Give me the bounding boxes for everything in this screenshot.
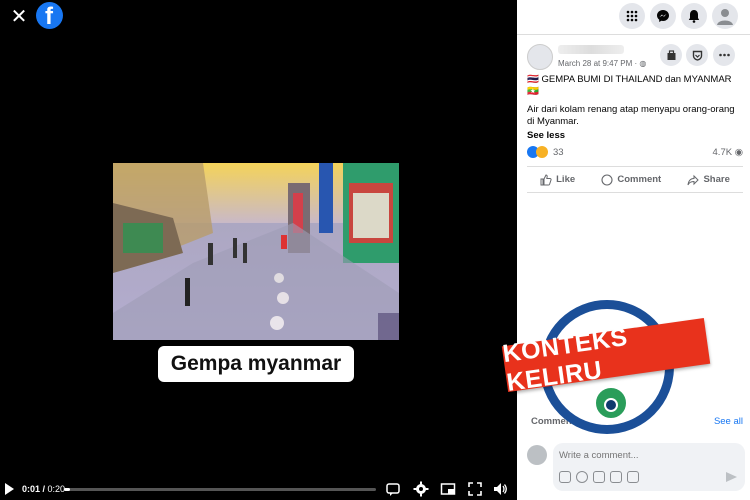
post-timestamp[interactable]: March 28 at 9:47 PM · ◍: [558, 59, 646, 68]
facebook-logo[interactable]: f: [36, 2, 63, 30]
eye-icon: ◉: [734, 147, 743, 158]
menu-grid-icon: [626, 10, 638, 22]
avatar-sticker-icon[interactable]: [559, 471, 571, 483]
like-button[interactable]: Like: [540, 173, 576, 186]
post-date-text: March 28 at 9:47 PM ·: [558, 59, 640, 68]
fullscreen-icon[interactable]: [467, 481, 483, 497]
emoji-icon[interactable]: [576, 471, 588, 483]
play-icon[interactable]: [5, 483, 14, 495]
comment-input[interactable]: [559, 447, 739, 463]
globe-icon: ◍: [639, 59, 647, 68]
messenger-icon: [657, 10, 669, 22]
thumbs-up-icon: [540, 173, 552, 185]
view-count-number: 4.7K: [712, 147, 733, 158]
reaction-count[interactable]: 33: [553, 147, 564, 158]
comment-composer: [527, 443, 745, 491]
picture-in-picture-icon[interactable]: [440, 481, 456, 497]
save-icon: [667, 49, 675, 60]
commenter-avatar: [527, 445, 547, 465]
top-bar: [517, 0, 750, 33]
volume-icon[interactable]: [492, 481, 508, 497]
time-display: 0:01 / 0:20: [22, 484, 66, 494]
bell-icon: [688, 10, 700, 23]
more-dots-icon: [718, 53, 730, 57]
notifications-button[interactable]: [681, 3, 707, 29]
reaction-icons[interactable]: [527, 146, 548, 158]
sticker-icon[interactable]: [627, 471, 639, 483]
comment-bubble-icon: [601, 173, 613, 186]
like-label: Like: [556, 174, 576, 185]
author-name-redacted[interactable]: [558, 45, 624, 54]
post-stats: 33 4.7K ◉: [527, 146, 743, 160]
close-button[interactable]: ✕: [8, 6, 30, 28]
sad-reaction-icon: [536, 146, 548, 158]
post-actions: Like Comment Share: [527, 166, 743, 193]
post-description: Air dari kolam renang atap menyapu orang…: [527, 104, 735, 127]
gif-icon[interactable]: [610, 471, 622, 483]
seal-emblem-core: [604, 398, 618, 412]
send-icon[interactable]: [726, 472, 737, 482]
author-avatar[interactable]: [527, 44, 553, 70]
share-label: Share: [703, 174, 730, 185]
progress-bar[interactable]: [64, 488, 376, 491]
see-less-link[interactable]: See less: [527, 130, 743, 142]
facebook-video-viewer: ✕ f Gempa myanmar 0:01 / 0:20 March 28 a…: [0, 0, 750, 500]
settings-gear-icon[interactable]: [413, 481, 429, 497]
video-caption-text: Gempa myanmar: [170, 352, 342, 375]
video-controls: 0:01 / 0:20: [0, 478, 517, 500]
menu-grid-button[interactable]: [619, 3, 645, 29]
video-area: ✕ f Gempa myanmar 0:01 / 0:20: [0, 0, 517, 500]
shield-button[interactable]: [686, 44, 708, 66]
see-all-link[interactable]: See all: [714, 416, 743, 427]
comment-button[interactable]: Comment: [601, 173, 662, 186]
camera-icon[interactable]: [593, 471, 605, 483]
post-headline: 🇹🇭 GEMPA BUMI DI THAILAND dan MYANMAR 🇲🇲: [527, 74, 732, 97]
share-button[interactable]: Share: [687, 174, 730, 186]
video-frame[interactable]: [113, 163, 399, 340]
account-avatar-button[interactable]: [712, 3, 738, 29]
account-avatar-icon: [717, 9, 733, 25]
captions-icon[interactable]: [385, 481, 401, 497]
video-caption: Gempa myanmar: [158, 346, 354, 382]
view-count: 4.7K ◉: [713, 147, 743, 158]
progress-fill: [64, 488, 71, 491]
shield-icon: [692, 50, 702, 61]
comment-tools: [559, 471, 639, 483]
share-arrow-icon: [687, 174, 700, 185]
facebook-logo-letter: f: [45, 3, 53, 30]
comment-input-container[interactable]: [553, 443, 745, 491]
seal-emblem: [593, 385, 629, 421]
save-post-button[interactable]: [660, 44, 682, 66]
comment-label: Comment: [617, 174, 662, 185]
more-options-button[interactable]: [713, 44, 735, 66]
post-header: March 28 at 9:47 PM · ◍: [517, 34, 750, 70]
messenger-button[interactable]: [650, 3, 676, 29]
time-total: 0:20: [47, 484, 66, 494]
time-current: 0:01: [22, 484, 41, 494]
post-body: 🇹🇭 GEMPA BUMI DI THAILAND dan MYANMAR 🇲🇲…: [527, 74, 743, 142]
